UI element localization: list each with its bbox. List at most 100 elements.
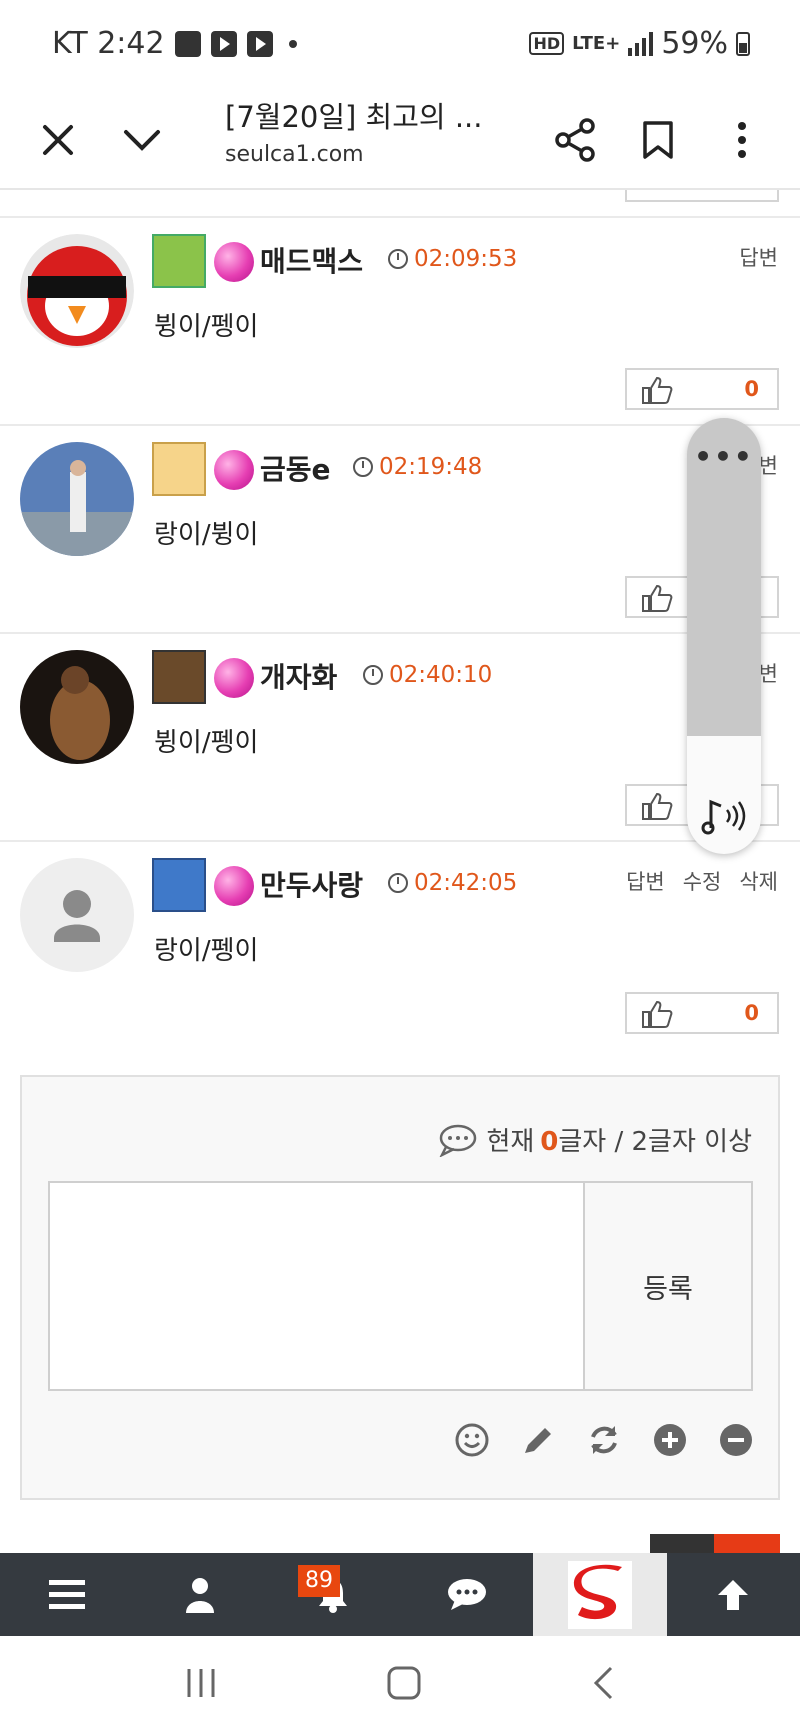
comment-text: 뷩이/펭이 [154,312,259,342]
comment-item: 만두사랑 02:42:05 답변 수정 삭제 랑이/펭이 0 [0,840,800,1048]
comment-tools [454,1422,754,1458]
pencil-icon[interactable] [520,1422,556,1458]
gem-icon [214,450,254,490]
like-count: 0 [744,377,759,401]
comment-actions: 변 [759,450,778,480]
comment-time: 02:42:05 [388,870,517,896]
avatar[interactable] [20,234,134,348]
thumbs-up-icon [642,584,673,612]
minus-circle-icon[interactable] [718,1422,754,1458]
plus-circle-icon[interactable] [652,1422,688,1458]
comment-actions: 변 [759,658,778,688]
comment-actions: 답변 [739,242,778,272]
clock-icon [353,457,373,477]
reply-button[interactable]: 답변 [626,866,665,896]
speech-bubble-icon [440,1124,477,1157]
arrow-up-icon[interactable] [667,1553,800,1636]
submit-button[interactable]: 등록 [585,1181,753,1391]
carrier-time: KT 2:42 [52,26,165,61]
gem-icon [214,242,254,282]
youtube-icon [210,30,237,57]
comment-item: 개자화 02:40:10 변 뷩이/펭이 0 [0,632,800,840]
comment-text: 뷩이/펭이 [154,728,259,758]
comment-time: 02:19:48 [353,454,482,480]
system-nav [0,1636,800,1734]
youtube-icon-2 [246,30,273,57]
gallery-icon [174,30,201,57]
chevron-down-icon[interactable] [112,110,172,170]
volume-panel[interactable]: ••• [687,418,761,854]
battery-icon [736,31,750,56]
comment-item: 매드맥스 02:09:53 답변 뷩이/펭이 0 [0,216,800,424]
network-label: LTE+ [572,33,621,54]
comment-nickname[interactable]: 만두사랑 [260,864,363,904]
notification-dot-icon [288,39,297,48]
gem-icon [214,866,254,906]
signal-icon [628,31,654,56]
site-logo[interactable] [533,1553,667,1636]
comment-nickname[interactable]: 매드맥스 [260,240,363,280]
avatar[interactable] [20,858,134,972]
refresh-icon[interactable] [586,1422,622,1458]
comment-nickname[interactable]: 개자화 [260,656,337,696]
music-volume-icon[interactable] [701,796,747,836]
counter-suffix: 글자 / 2글자 이상 [558,1127,752,1157]
comment-form: 현재 0글자 / 2글자 이상 등록 [20,1075,780,1500]
comment-textarea[interactable] [48,1181,585,1391]
level-icon [152,650,206,704]
browser-toolbar: [7월20일] 최고의 ... seulca1.com [0,90,800,190]
level-icon [152,234,206,288]
clock-icon [388,249,408,269]
reply-button[interactable]: 변 [759,658,778,688]
default-user-icon [54,890,100,942]
like-count: 0 [744,1001,759,1025]
close-icon[interactable] [28,110,88,170]
reply-button[interactable]: 변 [759,450,778,480]
thumbs-up-icon [642,792,673,820]
edit-button[interactable]: 수정 [683,866,722,896]
bottom-nav [0,1553,800,1636]
avatar[interactable] [20,442,134,556]
hd-icon: HD [529,32,565,55]
page-title: [7월20일] 최고의 ... [225,100,483,134]
counter-number: 0 [540,1127,559,1157]
thumbs-up-icon [642,1000,673,1028]
comment-item: 금동e 02:19:48 변 랑이/뷩이 0 [0,424,800,632]
avatar[interactable] [20,650,134,764]
reply-button[interactable]: 답변 [739,242,778,272]
status-bar: KT 2:42 HD LTE+ 59% [0,0,800,90]
level-icon [152,442,206,496]
user-icon[interactable] [133,1553,266,1636]
more-vertical-icon[interactable] [712,110,772,170]
thumbs-up-icon [642,376,673,404]
char-counter: 현재 0글자 / 2글자 이상 [438,1121,752,1158]
comment-text: 랑이/뷩이 [154,520,259,550]
share-icon[interactable] [545,110,605,170]
gem-icon [214,658,254,698]
like-button[interactable]: 0 [625,368,779,410]
comment-text: 랑이/펭이 [154,936,259,966]
emoji-icon[interactable] [454,1422,490,1458]
notification-badge: 89 [298,1565,340,1597]
previous-like-box [625,190,779,202]
recent-apps-icon[interactable] [185,1667,217,1703]
home-icon[interactable] [386,1665,422,1705]
comment-time: 02:40:10 [363,662,492,688]
comment-actions: 답변 수정 삭제 [626,866,778,896]
clock-icon [363,665,383,685]
bookmark-icon[interactable] [628,110,688,170]
back-icon[interactable] [591,1665,615,1705]
comment-time: 02:09:53 [388,246,517,272]
comment-nickname[interactable]: 금동e [260,448,331,488]
clock-icon [388,873,408,893]
level-icon [152,858,206,912]
like-button[interactable]: 0 [625,992,779,1034]
partial-banner [650,1534,780,1554]
more-options-icon[interactable]: ••• [687,440,761,473]
counter-prefix: 현재 [486,1127,535,1157]
menu-icon[interactable] [0,1553,133,1636]
page-url[interactable]: seulca1.com [225,142,364,167]
chat-icon[interactable] [400,1553,533,1636]
battery-percent: 59% [661,26,728,61]
delete-button[interactable]: 삭제 [739,866,778,896]
